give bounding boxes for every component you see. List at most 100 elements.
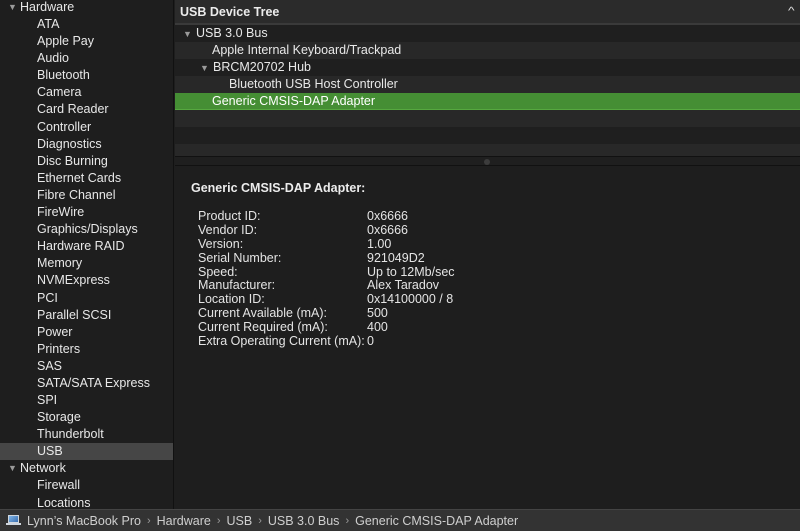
property-row: Current Required (mA): 400: [191, 320, 784, 334]
property-row: Version: 1.00: [191, 237, 784, 251]
tree-title: USB Device Tree: [180, 4, 280, 19]
sidebar-item-ata[interactable]: ATA: [0, 16, 173, 33]
property-value: 0x6666: [367, 222, 409, 237]
laptop-icon: [6, 515, 21, 526]
sidebar-item-firewire[interactable]: FireWire: [0, 204, 173, 221]
sidebar-item-ethernet-cards[interactable]: Ethernet Cards: [0, 170, 173, 187]
sidebar-item-nvmexpress[interactable]: NVMExpress: [0, 272, 173, 289]
sidebar-item-thunderbolt[interactable]: Thunderbolt: [0, 426, 173, 443]
property-value: 0: [367, 334, 374, 349]
sidebar-item-usb[interactable]: USB: [0, 443, 173, 461]
breadcrumb-item[interactable]: Generic CMSIS-DAP Adapter: [355, 514, 518, 528]
breadcrumb-item[interactable]: USB: [226, 514, 252, 528]
property-row: Serial Number: 921049D2: [191, 251, 784, 265]
property-value: 400: [367, 320, 388, 335]
sidebar-group-network[interactable]: ▼ Network: [0, 460, 173, 477]
property-value: 0x6666: [367, 209, 409, 223]
chevron-up-icon[interactable]: ^: [788, 6, 795, 17]
property-value: Alex Taradov: [367, 278, 440, 293]
sidebar: ▼ Hardware ATA Apple Pay Audio Bluetooth Camer…: [0, 0, 174, 510]
usb-device-tree: ▼ USB 3.0 Bus Apple Internal Keyboard/Trac…: [175, 25, 800, 161]
sidebar-group-hardware[interactable]: ▼ Hardware: [0, 0, 173, 16]
property-key: Vendor ID:: [198, 222, 258, 237]
sidebar-item-storage[interactable]: Storage: [0, 409, 173, 426]
tree-row-label: Generic CMSIS-DAP Adapter: [212, 94, 376, 108]
sidebar-item-graphics-displays[interactable]: Graphics/Displays: [0, 221, 173, 238]
pane-splitter[interactable]: [175, 156, 800, 166]
sidebar-item-memory[interactable]: Memory: [0, 255, 173, 272]
sidebar-group-label: Hardware: [20, 0, 75, 14]
sidebar-item-fibre-channel[interactable]: Fibre Channel: [0, 187, 173, 204]
sidebar-item-camera[interactable]: Camera: [0, 84, 173, 101]
breadcrumb-item[interactable]: Lynn’s MacBook Pro: [27, 514, 141, 528]
property-value: 1.00: [367, 236, 392, 251]
property-key: Current Required (mA):: [198, 320, 328, 335]
breadcrumb-separator: ›: [258, 514, 262, 527]
property-key: Version:: [198, 236, 244, 251]
empty-row: [175, 127, 800, 144]
sidebar-item-locations[interactable]: Locations: [0, 495, 173, 510]
sidebar-item-audio[interactable]: Audio: [0, 50, 173, 67]
sidebar-item-printers[interactable]: Printers: [0, 341, 173, 358]
sidebar-item-parallel-scsi[interactable]: Parallel SCSI: [0, 307, 173, 324]
tree-row[interactable]: Generic CMSIS-DAP Adapter: [175, 93, 800, 110]
sidebar-item-card-reader[interactable]: Card Reader: [0, 101, 173, 118]
sidebar-item-spi[interactable]: SPI: [0, 392, 173, 409]
property-row: Extra Operating Current (mA): 0: [191, 334, 784, 348]
breadcrumb-item[interactable]: USB 3.0 Bus: [268, 514, 340, 528]
property-value: Up to 12Mb/sec: [367, 264, 455, 279]
detail-heading: Generic CMSIS-DAP Adapter:: [191, 181, 366, 195]
sidebar-item-diagnostics[interactable]: Diagnostics: [0, 136, 173, 153]
sidebar-item-firewall[interactable]: Firewall: [0, 477, 173, 494]
sidebar-item-power[interactable]: Power: [0, 324, 173, 341]
sidebar-item-controller[interactable]: Controller: [0, 119, 173, 136]
tree-row[interactable]: ▼ USB 3.0 Bus: [175, 25, 800, 42]
sidebar-item-disc-burning[interactable]: Disc Burning: [0, 153, 173, 170]
detail-panel: Generic CMSIS-DAP Adapter: Product ID: 0x…: [175, 167, 800, 362]
property-value: 921049D2: [367, 250, 425, 265]
sidebar-item-bluetooth[interactable]: Bluetooth: [0, 67, 173, 84]
tree-row-label: BRCM20702 Hub: [213, 60, 311, 74]
splitter-handle-icon[interactable]: [484, 159, 490, 165]
property-row: Location ID: 0x14100000 / 8: [191, 292, 784, 306]
property-list: Product ID: 0x6666 Vendor ID: 0x6666 Version…: [191, 209, 784, 348]
disclosure-triangle-icon[interactable]: ▼: [8, 0, 20, 15]
sidebar-item-sas[interactable]: SAS: [0, 358, 173, 375]
property-row: Manufacturer: Alex Taradov: [191, 278, 784, 293]
tree-row-label: USB 3.0 Bus: [196, 26, 268, 40]
property-key: Serial Number:: [198, 250, 282, 265]
empty-row: [175, 110, 800, 127]
sidebar-item-pci[interactable]: PCI: [0, 290, 173, 307]
property-key: Speed:: [198, 264, 238, 279]
breadcrumb-separator: ›: [216, 514, 221, 527]
breadcrumb: Lynn’s MacBook Pro › Hardware › USB › USB 3.0 …: [27, 514, 518, 528]
sidebar-item-apple-pay[interactable]: Apple Pay: [0, 33, 173, 50]
tree-row[interactable]: ▼ BRCM20702 Hub: [175, 59, 800, 76]
tree-row-label: Apple Internal Keyboard/Trackpad: [212, 43, 402, 57]
property-key: Product ID:: [198, 209, 261, 223]
property-key: Manufacturer:: [198, 278, 276, 293]
sidebar-group-label: Network: [20, 461, 66, 476]
breadcrumb-separator: ›: [345, 514, 350, 527]
property-value: 0x14100000 / 8: [367, 292, 454, 307]
tree-row[interactable]: Apple Internal Keyboard/Trackpad: [175, 42, 800, 59]
property-key: Extra Operating Current (mA):: [198, 334, 365, 349]
breadcrumb-separator: ›: [146, 514, 151, 527]
property-key: Current Available (mA):: [198, 306, 327, 321]
property-key: Location ID:: [198, 292, 265, 307]
tree-row[interactable]: Bluetooth USB Host Controller: [175, 76, 800, 93]
breadcrumb-item[interactable]: Hardware: [157, 514, 211, 528]
disclosure-triangle-icon[interactable]: ▼: [200, 60, 213, 77]
property-value: 500: [367, 306, 388, 321]
disclosure-triangle-icon[interactable]: ▼: [8, 461, 20, 476]
main-pane: USB Device Tree ^ ▼ USB 3.0 Bus Apple Inte…: [175, 0, 800, 510]
tree-row-label: Bluetooth USB Host Controller: [229, 77, 398, 91]
tree-header[interactable]: USB Device Tree ^: [175, 0, 800, 25]
disclosure-triangle-icon[interactable]: ▼: [183, 26, 196, 43]
sidebar-item-hardware-raid[interactable]: Hardware RAID: [0, 238, 173, 255]
property-row: Current Available (mA): 500: [191, 306, 784, 320]
property-row: Product ID: 0x6666: [191, 209, 784, 223]
path-bar: Lynn’s MacBook Pro › Hardware › USB › USB 3.0 …: [0, 509, 800, 531]
property-row: Vendor ID: 0x6666: [191, 223, 784, 237]
sidebar-item-sata-sata-express[interactable]: SATA/SATA Express: [0, 375, 173, 392]
